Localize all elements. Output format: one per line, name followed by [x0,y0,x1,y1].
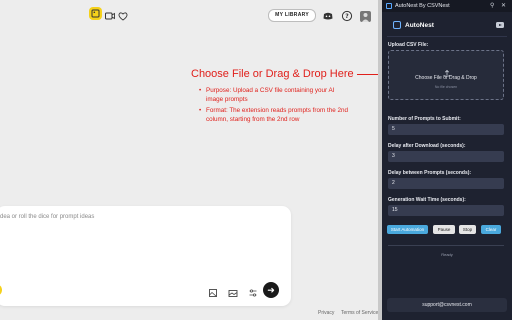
annotation-bullet: Format: The extension reads prompts from… [199,106,349,124]
annotation-bullets: Purpose: Upload a CSV file containing yo… [199,86,349,126]
privacy-link[interactable]: Privacy [318,310,334,316]
extension-panel: AutoNest By CSVNest ⚲ ✕ AutoNest Upload … [382,0,512,320]
prompts-count-label: Number of Prompts to Submit: [388,116,461,122]
wait-time-label: Generation Wait Time (seconds): [388,197,466,203]
stop-button[interactable]: Stop [459,225,476,234]
app-logo-icon [386,3,392,9]
help-icon[interactable]: ? [341,9,353,22]
my-library-button[interactable]: MY LIBRARY [268,9,316,22]
annotation-title: Choose File or Drag & Drop Here [191,68,354,80]
prompt-input[interactable]: dea or roll the dice for prompt ideas [0,214,94,220]
prompt-card: dea or roll the dice for prompt ideas ➜ [0,206,291,306]
settings-sliders-icon[interactable] [248,285,258,297]
support-email[interactable]: support@csvnest.com [387,298,507,312]
window-title: AutoNest By CSVNest [395,3,450,9]
pin-icon[interactable]: ⚲ [490,0,494,12]
status-divider [388,245,504,246]
prompts-count-input[interactable]: 5 [388,124,504,135]
svg-text:?: ? [345,13,349,20]
terms-link[interactable]: Terms of Service [341,310,378,316]
image-mode-icon[interactable] [89,7,102,20]
clear-button[interactable]: Clear [481,225,501,234]
discord-icon[interactable] [322,9,334,21]
dice-icon[interactable] [0,284,2,296]
pause-button[interactable]: Pause [433,225,455,234]
send-button[interactable]: ➜ [263,282,279,298]
app-header: AutoNest [387,16,507,37]
dropzone-text: Choose File or Drag & Drop [415,75,477,81]
download-delay-input[interactable]: 3 [388,151,504,162]
wait-time-input[interactable]: 15 [388,205,504,216]
upload-label: Upload CSV File: [388,42,429,48]
prompt-delay-label: Delay between Prompts (seconds): [388,170,472,176]
start-automation-button[interactable]: Start Automation [387,225,428,234]
dropzone-subtext: No file chosen [434,85,458,89]
gallery-icon[interactable] [228,285,238,297]
arrow-right-icon: ➜ [267,285,275,295]
upload-icon [443,64,451,77]
avatar[interactable] [360,9,371,22]
top-toolbar: MY LIBRARY ? [0,6,382,24]
close-icon[interactable]: ✕ [501,0,506,12]
image-aspect-icon[interactable] [208,285,218,297]
annotation-bullet: Purpose: Upload a CSV file containing yo… [199,86,349,104]
video-icon[interactable] [104,9,116,21]
csv-dropzone[interactable]: Choose File or Drag & Drop No file chose… [388,50,504,100]
status-text: Ready [441,252,453,257]
app-logo-icon [393,21,401,29]
youtube-icon[interactable] [496,22,504,28]
download-delay-label: Delay after Download (seconds): [388,143,466,149]
prompt-delay-input[interactable]: 2 [388,178,504,189]
app-name: AutoNest [405,22,434,29]
main-area: MY LIBRARY ? Choose File or Drag & Drop … [0,0,386,320]
heart-icon[interactable] [117,9,129,21]
panel-titlebar: AutoNest By CSVNest ⚲ ✕ [382,0,512,12]
